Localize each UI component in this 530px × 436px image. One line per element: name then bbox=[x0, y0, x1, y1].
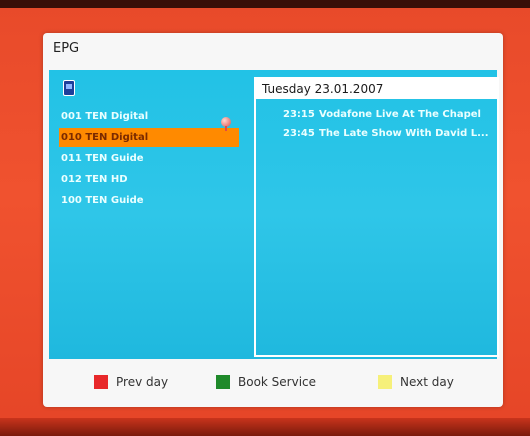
green-key-icon bbox=[216, 375, 230, 389]
book-service-key[interactable]: Book Service bbox=[216, 374, 316, 390]
channel-item[interactable]: 012 TEN HD bbox=[59, 170, 239, 189]
event-item[interactable]: 23:45 The Late Show With David L... bbox=[256, 125, 497, 143]
event-time: 23:45 bbox=[283, 128, 315, 139]
epg-panel: EPG 001 TEN Digital 010 TEN Digital 011 … bbox=[43, 33, 503, 407]
balloon-icon bbox=[221, 117, 231, 131]
date-header: Tuesday 23.01.2007 bbox=[256, 79, 497, 99]
event-time: 23:15 bbox=[283, 109, 315, 120]
channel-item[interactable]: 001 TEN Digital bbox=[59, 107, 239, 126]
red-key-icon bbox=[94, 375, 108, 389]
channel-item-selected[interactable]: 010 TEN Digital bbox=[59, 128, 239, 147]
channel-item[interactable]: 011 TEN Guide bbox=[59, 149, 239, 168]
channel-list: 001 TEN Digital 010 TEN Digital 011 TEN … bbox=[49, 70, 249, 359]
channel-item[interactable]: 100 TEN Guide bbox=[59, 191, 239, 210]
event-list: Tuesday 23.01.2007 23:15 Vodafone Live A… bbox=[254, 77, 499, 357]
next-day-label: Next day bbox=[400, 375, 454, 389]
page-title: EPG bbox=[53, 41, 80, 56]
epg-content: 001 TEN Digital 010 TEN Digital 011 TEN … bbox=[49, 70, 499, 359]
key-legend: Prev day Book Service Next day bbox=[43, 369, 503, 395]
prev-day-label: Prev day bbox=[116, 375, 169, 389]
next-day-key[interactable]: Next day bbox=[378, 374, 454, 390]
yellow-key-icon bbox=[378, 375, 392, 389]
event-title: Vodafone Live At The Chapel bbox=[319, 109, 481, 120]
tv-icon bbox=[63, 80, 75, 96]
event-item[interactable]: 23:15 Vodafone Live At The Chapel bbox=[256, 106, 497, 124]
tv-frame-top bbox=[0, 0, 530, 8]
tv-frame-bottom bbox=[0, 418, 530, 436]
event-title: The Late Show With David L... bbox=[319, 128, 489, 139]
prev-day-key[interactable]: Prev day bbox=[94, 374, 168, 390]
book-service-label: Book Service bbox=[238, 375, 317, 389]
